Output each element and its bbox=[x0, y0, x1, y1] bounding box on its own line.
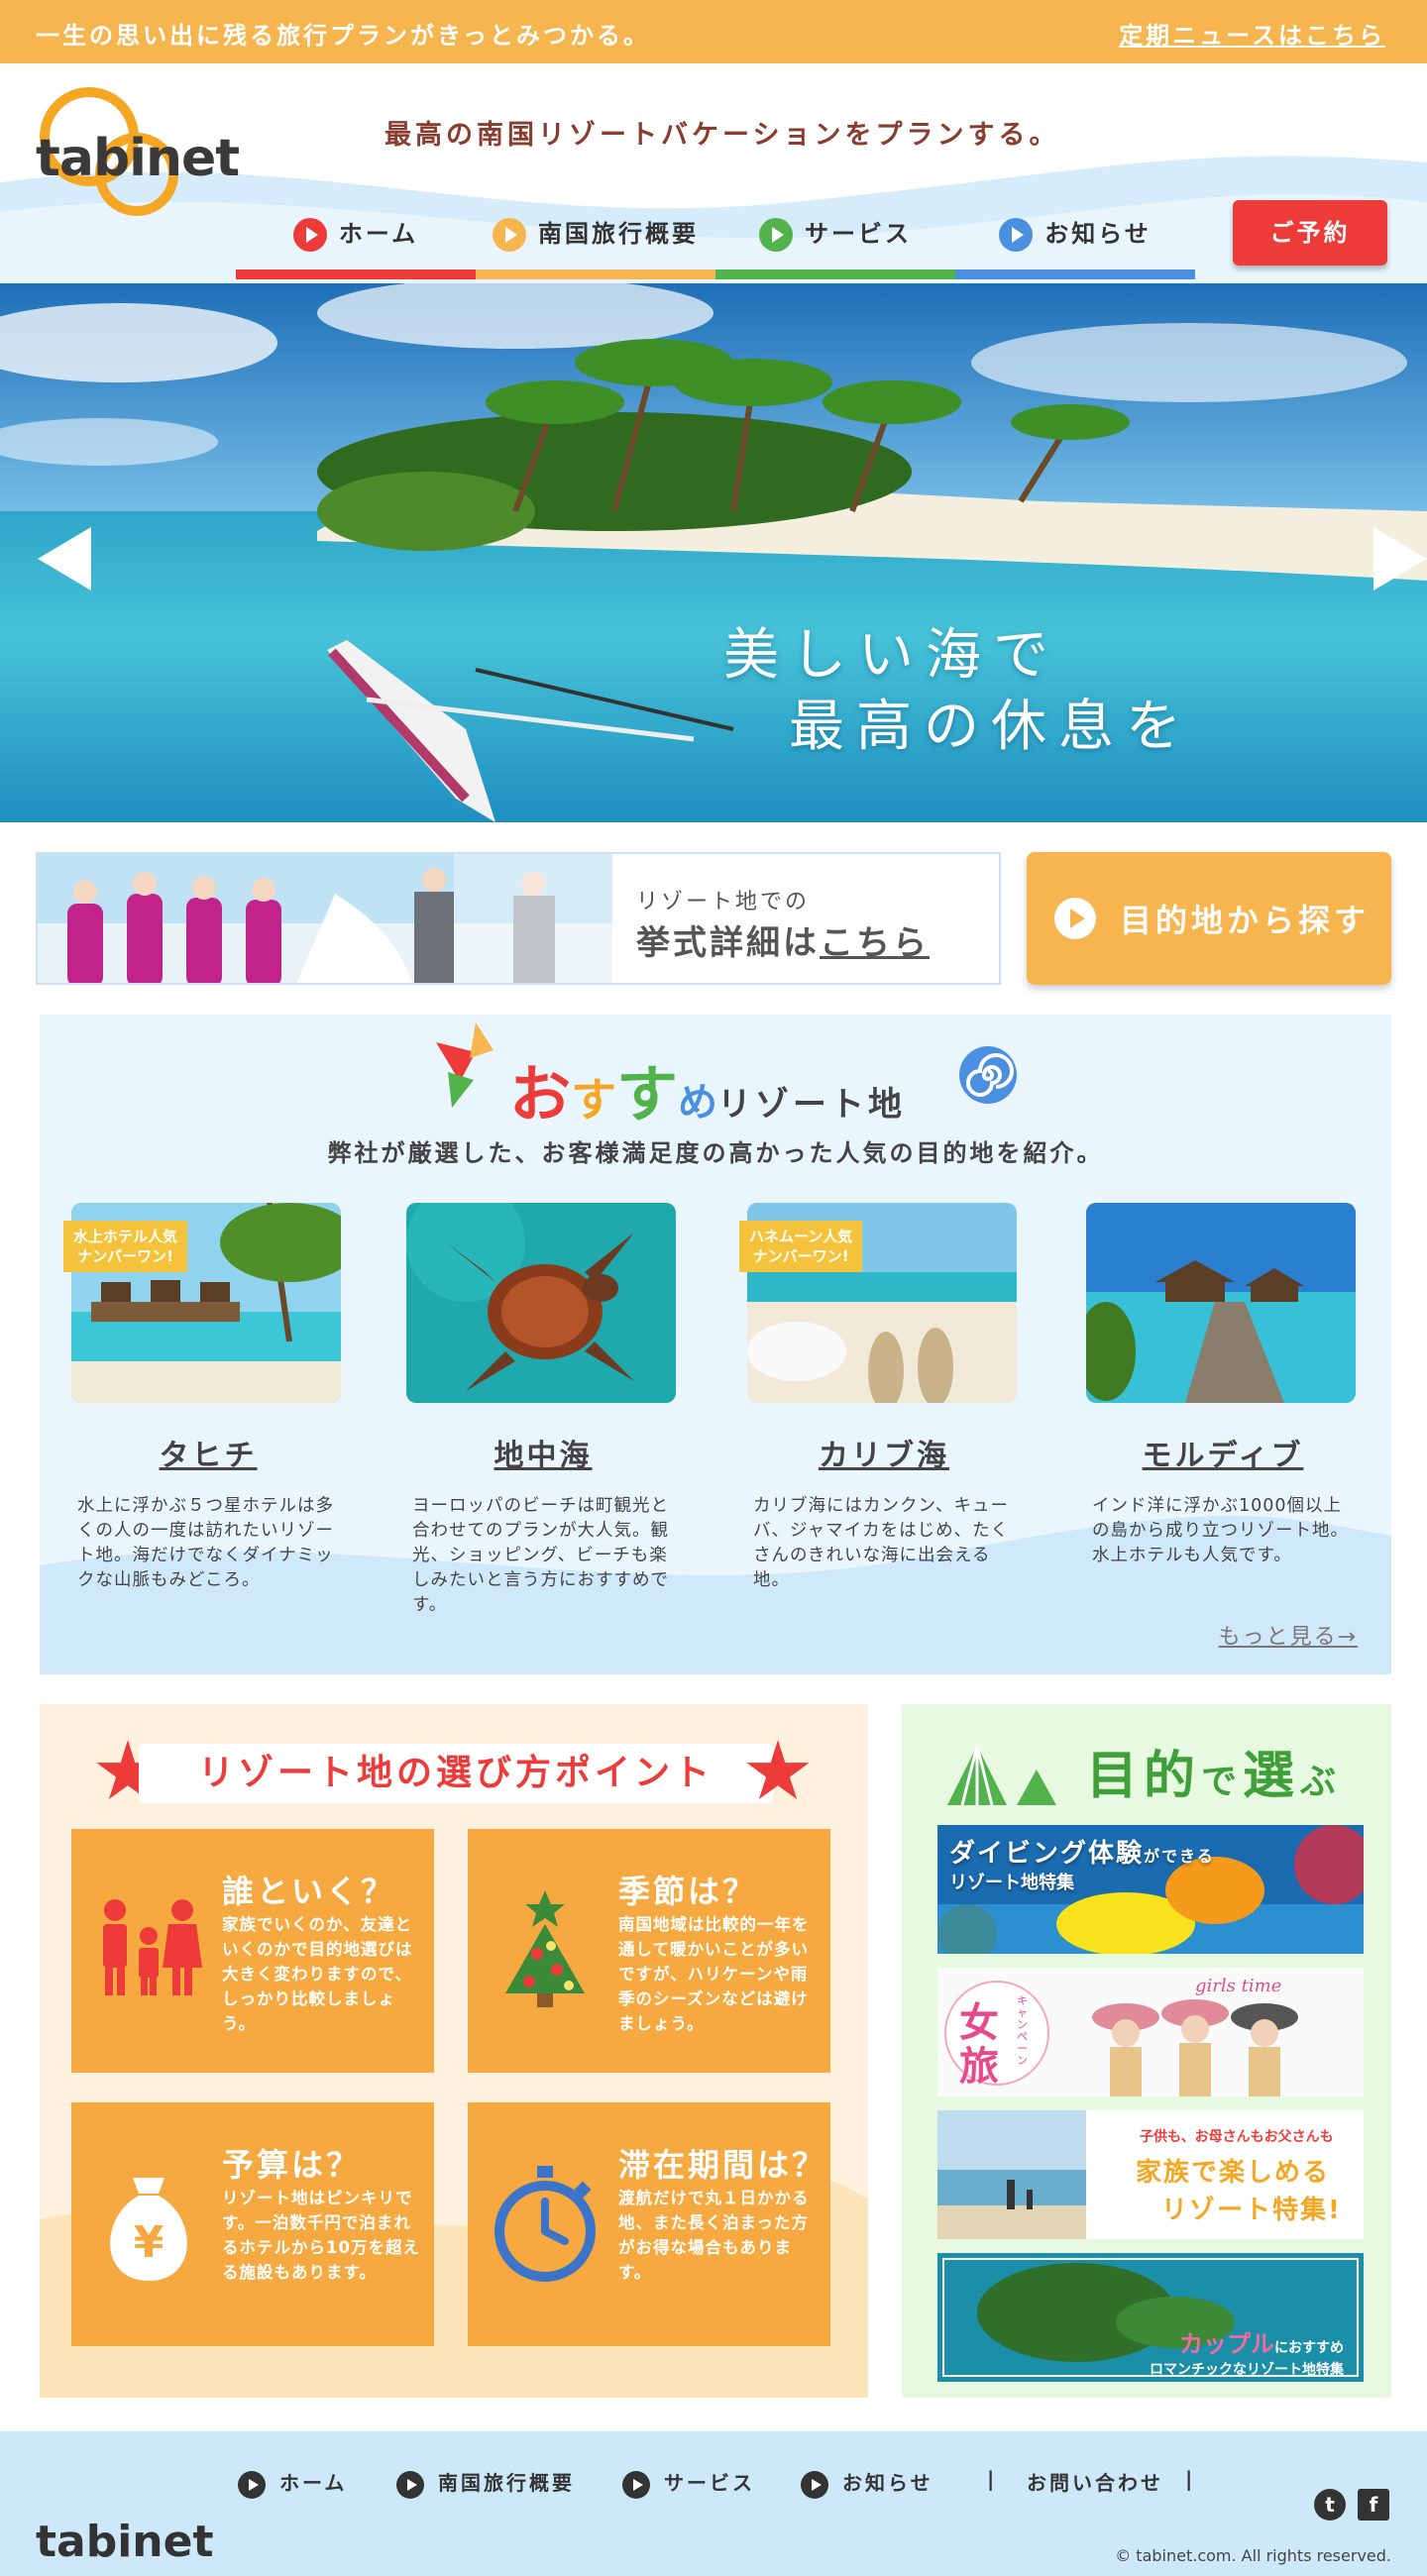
point-heading: 予算は？ bbox=[222, 2146, 362, 2184]
site-footer: ホーム 南国旅行概要 サービス お知らせ | お問い合わせ | tabinet … bbox=[0, 2431, 1427, 2576]
point-card-who: 誰といく？ 家族でいくのか、友達といくのかで目的地選びは大きく変わりますので、し… bbox=[71, 1829, 434, 2073]
couple-banner[interactable]: カップルにおすすめ ロマンチックなリゾート地特集 bbox=[937, 2253, 1364, 2382]
point-heading: 誰といく？ bbox=[222, 1873, 396, 1910]
play-icon bbox=[493, 218, 526, 252]
wedding-photo bbox=[38, 854, 612, 983]
destination-card-maldives[interactable]: モルディブ インド洋に浮かぶ1000個以上の島から成り立つリゾート地。水上ホテル… bbox=[1086, 1203, 1360, 1568]
hero-slider: 美しい海で 最高の休息を bbox=[0, 283, 1427, 822]
slider-next-arrow[interactable] bbox=[1373, 527, 1427, 590]
nav-service[interactable]: サービス bbox=[715, 198, 955, 279]
ranking-badge: ハネムーン人気 ナンバーワン! bbox=[739, 1221, 863, 1272]
hero-image bbox=[0, 283, 1427, 822]
card-name[interactable]: カリブ海 bbox=[747, 1431, 1021, 1474]
card-description: ヨーロッパのビーチは町観光と合わせてのプランが大人気。観光、ショッピング、ビーチ… bbox=[412, 1496, 669, 1615]
site-header: tabinet 最高の南国リゾートバケーションをプランする。 ホーム 南国旅行概… bbox=[0, 63, 1427, 283]
facebook-icon[interactable]: f bbox=[1358, 2489, 1389, 2521]
destination-card-caribbean[interactable]: ハネムーン人気 ナンバーワン! カリブ海 カリブ海にはカンクン、キューバ、ジャマ… bbox=[739, 1203, 1021, 1593]
play-icon bbox=[622, 2470, 650, 2499]
top-tagline: 一生の思い出に残る旅行プランがきっとみつかる。 bbox=[36, 22, 651, 50]
card-description: インド洋に浮かぶ1000個以上の島から成り立つリゾート地。水上ホテルも人気です。 bbox=[1092, 1496, 1349, 1565]
recommended-title: おすすめリゾート地 bbox=[509, 1058, 907, 1130]
tree-icon bbox=[505, 1890, 585, 2007]
play-icon bbox=[238, 2470, 266, 2499]
recommended-subtitle: 弊社が厳選した、お客様満足度の高かった人気の目的地を紹介。 bbox=[327, 1139, 1104, 1167]
turtle-photo bbox=[406, 1203, 676, 1403]
family-banner[interactable]: 子供も、お母さんもお父さんも 家族で楽しめる リゾート特集! bbox=[937, 2110, 1364, 2239]
wedding-text-line2: 挙式詳細はこちら bbox=[636, 923, 930, 963]
card-name[interactable]: タヒチ bbox=[71, 1431, 345, 1474]
point-heading: 滞在期間は？ bbox=[618, 2146, 827, 2184]
maldives-photo bbox=[1086, 1203, 1356, 1403]
play-icon bbox=[292, 218, 327, 252]
main-nav: ホーム 南国旅行概要 サービス お知らせ bbox=[236, 198, 1195, 279]
spiral-icon bbox=[959, 1046, 1017, 1104]
svg-text:¥: ¥ bbox=[134, 2217, 165, 2268]
play-icon bbox=[801, 2470, 828, 2499]
footer-nav-news[interactable]: お知らせ bbox=[801, 2467, 933, 2499]
footer-nav-home[interactable]: ホーム bbox=[238, 2467, 347, 2499]
confetti-icon bbox=[436, 1022, 494, 1108]
point-text: 渡航だけで丸１日かかる地、また長く泊まった方がお得な場合もあります。 bbox=[618, 2189, 810, 2282]
wedding-text-line1: リゾート地での bbox=[636, 890, 811, 914]
point-heading: 季節は？ bbox=[618, 1873, 758, 1910]
nav-news[interactable]: お知らせ bbox=[955, 198, 1195, 279]
point-card-duration: 滞在期間は？ 渡航だけで丸１日かかる地、また長く泊まった方がお得な場合もあります… bbox=[468, 2102, 830, 2346]
diving-banner[interactable]: ダイビング体験ができる リゾート地特集 bbox=[937, 1825, 1364, 1954]
slider-prev-arrow[interactable] bbox=[38, 527, 91, 590]
search-destination-button[interactable]: 目的地から探す bbox=[1027, 852, 1391, 985]
footer-divider: | bbox=[1185, 2467, 1196, 2491]
hero-caption: 美しい海で 最高の休息を bbox=[723, 623, 1193, 759]
selection-points-section: リゾート地の選び方ポイント 誰といく？ 家族でいくのか、友達といくのかで目的地選… bbox=[40, 1704, 868, 2398]
play-icon bbox=[759, 218, 793, 252]
news-link[interactable]: 定期ニュースはこちら bbox=[1119, 16, 1385, 51]
shell-icon bbox=[947, 1745, 1056, 1806]
points-title: リゾート地の選び方ポイント bbox=[139, 1744, 773, 1803]
card-description: 水上に浮かぶ５つ星ホテルは多くの人の一度は訪れたいリゾート地。海だけでなくダイナ… bbox=[77, 1496, 334, 1590]
point-text: 家族でいくのか、友達といくのかで目的地選びは大きく変わりますので、しっかり比較し… bbox=[222, 1915, 413, 2033]
play-icon bbox=[396, 2470, 424, 2499]
recommended-section: おすすめリゾート地 弊社が厳選した、お客様満足度の高かった人気の目的地を紹介。 … bbox=[40, 1015, 1391, 1674]
footer-contact-link[interactable]: お問い合わせ bbox=[1027, 2467, 1163, 2496]
point-card-season: 季節は？ 南国地域は比較的一年を通して暖かいことが多いですが、ハリケーンや雨季の… bbox=[468, 1829, 830, 2073]
nav-home[interactable]: ホーム bbox=[236, 198, 476, 279]
wedding-link[interactable]: こちら bbox=[820, 923, 930, 963]
purpose-section: 目的で選ぶ ダイビング体験ができる リゾート地特集 女旅 キャンペーン girl… bbox=[902, 1704, 1391, 2398]
destination-card-mediterranean[interactable]: 地中海 ヨーロッパのビーチは町観光と合わせてのプランが大人気。観光、ショッピング… bbox=[406, 1203, 680, 1618]
play-icon bbox=[1054, 898, 1096, 939]
footer-nav-service[interactable]: サービス bbox=[622, 2467, 755, 2499]
card-description: カリブ海にはカンクン、キューバ、ジャマイカをはじめ、たくさんのきれいな海に出会え… bbox=[753, 1496, 1010, 1590]
nav-overview[interactable]: 南国旅行概要 bbox=[476, 198, 715, 279]
footer-logo[interactable]: tabinet bbox=[36, 2517, 214, 2567]
header-tagline: 最高の南国リゾートバケーションをプランする。 bbox=[384, 120, 1060, 151]
purpose-title: 目的で選ぶ bbox=[1086, 1747, 1343, 1806]
ranking-badge: 水上ホテル人気 ナンバーワン! bbox=[63, 1221, 188, 1272]
card-name[interactable]: 地中海 bbox=[406, 1431, 680, 1474]
point-card-budget: ¥ 予算は？ リゾート地はピンキリです。一泊数千円で泊まれるホテルから10万を超… bbox=[71, 2102, 434, 2346]
point-text: 南国地域は比較的一年を通して暖かいことが多いですが、ハリケーンや雨季のシーズンな… bbox=[618, 1915, 810, 2033]
girls-trip-banner[interactable]: 女旅 キャンペーン girls time bbox=[937, 1968, 1364, 2096]
point-text: リゾート地はピンキリです。一泊数千円で泊まれるホテルから10万を超える施設もあり… bbox=[222, 2189, 420, 2282]
more-link[interactable]: もっと見る→ bbox=[1219, 1619, 1358, 1651]
stopwatch-icon bbox=[494, 2166, 596, 2282]
reserve-button[interactable]: ご予約 bbox=[1233, 200, 1387, 266]
family-icon bbox=[103, 1899, 202, 1995]
play-icon bbox=[999, 218, 1034, 252]
top-announcement-bar: 一生の思い出に残る旅行プランがきっとみつかる。 定期ニュースはこちら bbox=[0, 0, 1427, 63]
footer-divider: | bbox=[987, 2467, 998, 2491]
card-name[interactable]: モルディブ bbox=[1086, 1431, 1360, 1474]
twitter-icon[interactable]: t bbox=[1314, 2489, 1346, 2521]
destination-card-tahiti[interactable]: 水上ホテル人気 ナンバーワン! タヒチ 水上に浮かぶ５つ星ホテルは多くの人の一度… bbox=[63, 1203, 345, 1593]
copyright: © tabinet.com. All rights reserved. bbox=[1115, 2546, 1391, 2565]
footer-nav-overview[interactable]: 南国旅行概要 bbox=[396, 2467, 575, 2499]
wedding-banner[interactable]: リゾート地での 挙式詳細はこちら bbox=[36, 852, 1001, 985]
site-logo[interactable]: tabinet bbox=[36, 87, 240, 216]
money-bag-icon: ¥ bbox=[110, 2178, 187, 2281]
